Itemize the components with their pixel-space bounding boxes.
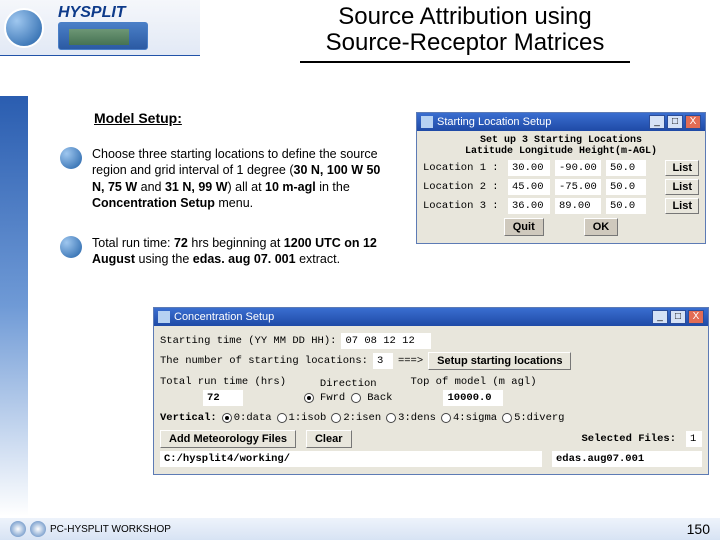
selected-files-field[interactable]: 1 <box>686 431 702 447</box>
maximize-button[interactable]: □ <box>670 310 686 324</box>
vertical-radio[interactable] <box>441 413 451 423</box>
vertical-option-label: 1:isob <box>289 412 327 424</box>
title-line-1: Source Attribution using <box>220 4 710 30</box>
arrow-icon: ===> <box>398 355 423 367</box>
start-time-field[interactable]: 07 08 12 12 <box>341 333 431 349</box>
lat-field[interactable]: 30.00 <box>508 160 550 176</box>
starting-location-window: Starting Location Setup _ □ X Set up 3 S… <box>416 112 706 244</box>
minimize-button[interactable]: _ <box>649 115 665 129</box>
page-title: Source Attribution using Source-Receptor… <box>220 4 710 63</box>
bullet-item: Choose three starting locations to defin… <box>60 146 390 211</box>
column-headers: Latitude Longitude Height(m-AGL) <box>423 146 699 157</box>
window-titlebar: Concentration Setup _ □ X <box>154 308 708 326</box>
extract-file-field[interactable]: edas.aug07.001 <box>552 451 702 467</box>
window-titlebar: Starting Location Setup _ □ X <box>417 113 705 131</box>
window-body: Set up 3 Starting Locations Latitude Lon… <box>417 131 705 243</box>
list-button[interactable]: List <box>665 160 699 176</box>
bullet-icon <box>60 147 82 169</box>
vertical-option-label: 4:sigma <box>453 412 497 424</box>
quit-button[interactable]: Quit <box>504 218 544 236</box>
dialog-heading: Set up 3 Starting Locations <box>423 135 699 146</box>
vertical-option-label: 2:isen <box>343 412 381 424</box>
vertical-radio[interactable] <box>331 413 341 423</box>
concentration-setup-window: Concentration Setup _ □ X Starting time … <box>153 307 709 475</box>
title-line-2: Source-Receptor Matrices <box>220 30 710 56</box>
bullet-text-1: Choose three starting locations to defin… <box>92 146 390 211</box>
vertical-radio[interactable] <box>222 413 232 423</box>
list-button[interactable]: List <box>665 179 699 195</box>
vertical-radio[interactable] <box>502 413 512 423</box>
title-underline <box>300 61 630 63</box>
add-meteorology-button[interactable]: Add Meteorology Files <box>160 430 296 448</box>
direction-label: Direction <box>320 378 377 390</box>
seal-icon <box>30 521 46 537</box>
list-button[interactable]: List <box>665 198 699 214</box>
location-label: Location 3 : <box>423 200 503 212</box>
lat-field[interactable]: 45.00 <box>508 179 550 195</box>
bullet-list: Choose three starting locations to defin… <box>60 146 390 292</box>
globe-map-icon <box>58 22 148 50</box>
close-button[interactable]: X <box>688 310 704 324</box>
logo-area: HYSPLIT <box>0 0 200 56</box>
window-title: Concentration Setup <box>174 311 274 323</box>
top-label: Top of model (m agl) <box>410 376 536 388</box>
noaa-logo-icon <box>4 8 44 48</box>
runtime-field[interactable]: 72 <box>203 390 243 406</box>
subheading: Model Setup: <box>94 110 182 126</box>
lon-field[interactable]: -90.00 <box>555 160 601 176</box>
close-button[interactable]: X <box>685 115 701 129</box>
vertical-radio[interactable] <box>386 413 396 423</box>
footer: PC-HYSPLIT WORKSHOP 150 <box>0 518 720 540</box>
back-label: Back <box>367 392 392 404</box>
fwd-label: Fwrd <box>320 392 345 404</box>
logo-text: HYSPLIT <box>58 4 126 22</box>
bullet-text-2: Total run time: 72 hrs beginning at 1200… <box>92 235 390 268</box>
clear-button[interactable]: Clear <box>306 430 352 448</box>
height-field[interactable]: 50.0 <box>606 179 646 195</box>
vertical-option-label: 0:data <box>234 412 272 424</box>
setup-locations-button[interactable]: Setup starting locations <box>428 352 571 370</box>
page-number: 150 <box>687 521 710 537</box>
vertical-radio[interactable] <box>277 413 287 423</box>
decorative-left-strip <box>0 96 28 516</box>
height-field[interactable]: 50.0 <box>606 198 646 214</box>
maximize-button[interactable]: □ <box>667 115 683 129</box>
slide-header: HYSPLIT Source Attribution using Source-… <box>0 0 720 72</box>
ok-button[interactable]: OK <box>584 218 619 236</box>
lon-field[interactable]: -75.00 <box>555 179 601 195</box>
back-radio[interactable] <box>351 393 361 403</box>
location-label: Location 2 : <box>423 181 503 193</box>
numloc-label: The number of starting locations: <box>160 355 368 367</box>
selected-files-label: Selected Files: <box>581 433 676 445</box>
footer-text: PC-HYSPLIT WORKSHOP <box>50 524 171 535</box>
fwd-radio[interactable] <box>304 393 314 403</box>
window-title: Starting Location Setup <box>437 116 551 128</box>
working-path-field[interactable]: C:/hysplit4/working/ <box>160 451 542 467</box>
numloc-field[interactable]: 3 <box>373 353 393 369</box>
top-field[interactable]: 10000.0 <box>443 390 503 406</box>
vertical-option-label: 5:diverg <box>514 412 564 424</box>
lat-field[interactable]: 36.00 <box>508 198 550 214</box>
runtime-label: Total run time (hrs) <box>160 376 286 388</box>
window-icon <box>158 311 170 323</box>
bullet-item: Total run time: 72 hrs beginning at 1200… <box>60 235 390 268</box>
window-body: Starting time (YY MM DD HH): 07 08 12 12… <box>154 326 708 474</box>
location-label: Location 1 : <box>423 162 503 174</box>
start-time-label: Starting time (YY MM DD HH): <box>160 335 336 347</box>
vertical-option-label: 3:dens <box>398 412 436 424</box>
minimize-button[interactable]: _ <box>652 310 668 324</box>
lon-field[interactable]: 89.00 <box>555 198 601 214</box>
bullet-icon <box>60 236 82 258</box>
vertical-label: Vertical: <box>160 412 217 424</box>
seal-icon <box>10 521 26 537</box>
window-icon <box>421 116 433 128</box>
height-field[interactable]: 50.0 <box>606 160 646 176</box>
